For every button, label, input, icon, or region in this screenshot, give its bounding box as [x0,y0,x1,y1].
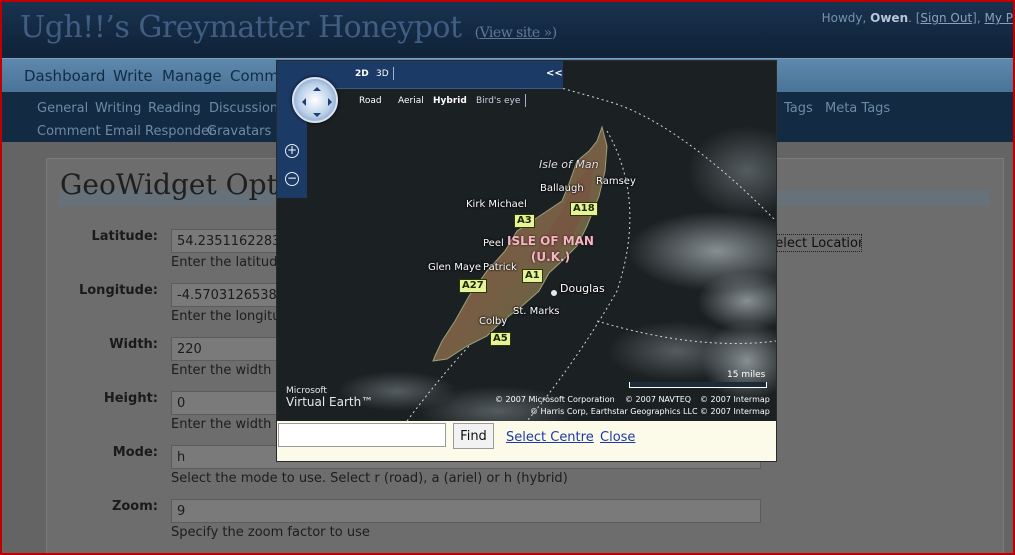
map-popup: Isle of Man Ramsey Ballaugh Kirk Michael… [276,60,777,462]
menu-dashboard[interactable]: Dashboard [24,67,105,85]
admin-header: Ugh!!’s Greymatter Honeypot (View site »… [0,0,1015,56]
site-title: Ugh!!’s Greymatter Honeypot (View site »… [20,10,557,45]
latitude-help: Enter the latitude [171,255,286,270]
menu-comments[interactable]: Comm [230,67,279,85]
map-view[interactable]: Isle of Man Ramsey Ballaugh Kirk Michael… [277,61,776,421]
zoom-input[interactable]: 9 [171,499,761,523]
dim-3d-tab[interactable]: 3D [376,69,389,79]
width-label: Width: [109,337,158,352]
submenu-discussion[interactable]: Discussion [209,101,278,116]
isle-of-man-label: Isle of Man [539,158,599,171]
select-centre-link[interactable]: Select Centre [506,430,594,445]
zoom-in-icon[interactable]: + [285,144,299,158]
peel-label: Peel [483,238,504,249]
copyright-intermap: © 2007 Intermap [700,395,770,404]
divider [393,67,394,80]
pan-right-icon[interactable] [328,98,336,106]
submenu-comment-email-responder[interactable]: Comment Email Responder [37,124,214,139]
select-location-button[interactable]: Select Location [768,234,862,252]
copyright-harris: © Harris Corp, Earthstar Geographics LLC [530,407,698,416]
iom-line-2: (U.K.) [530,250,571,264]
user-name: Owen [870,11,909,25]
longitude-label: Longitude: [78,283,158,298]
close-link[interactable]: Close [600,430,635,445]
pan-left-icon[interactable] [298,98,306,106]
view-site-link[interactable]: (View site ») [475,25,558,41]
howdy-text: Howdy, [821,11,867,25]
copyright-intermap-2: © 2007 Intermap [700,407,770,416]
douglas-town [551,290,557,296]
road-a18: A18 [570,202,598,216]
select-location-label[interactable]: Select Location [769,236,861,251]
collapse-toolbar-button[interactable]: << [546,68,563,79]
virtual-earth-logo: Microsoft Virtual Earth™ [286,386,373,408]
ramsey-label: Ramsey [596,176,636,187]
glen-maye-label: Glen Maye [428,262,482,273]
find-button[interactable]: Find [453,423,494,449]
mode-aerial[interactable]: Aerial [398,96,424,106]
view-site-label[interactable]: View site » [480,25,553,41]
submenu-general[interactable]: General [37,101,88,116]
copyright-microsoft: © 2007 Microsoft Corporation [495,395,615,404]
height-help: Enter the width t [171,417,281,432]
divider [525,94,526,107]
ballaugh-label: Ballaugh [540,183,584,194]
site-title-text: Ugh!!’s Greymatter Honeypot [20,10,462,45]
mode-help: Select the mode to use. Select r (road),… [171,471,568,486]
douglas-label: Douglas [560,282,605,295]
submenu-meta-tags[interactable]: Meta Tags [825,101,890,116]
sign-out-link[interactable]: Sign Out [920,11,972,25]
logo-virtual-earth: Virtual Earth™ [286,395,374,409]
isle-of-man-uk-label: ISLE OF MAN (U.K.) [507,233,594,265]
submenu-reading[interactable]: Reading [148,101,201,116]
find-input[interactable] [278,423,446,447]
submenu-tags[interactable]: Tags [784,101,813,116]
iom-line-1: ISLE OF MAN [507,234,594,248]
user-bar: Howdy, Owen. [Sign Out], My P [821,11,1013,25]
width-help: Enter the width t [171,363,281,378]
mode-label: Mode: [112,445,158,460]
road-a3: A3 [514,214,535,228]
menu-write[interactable]: Write [113,67,153,85]
scale-bar [629,382,767,388]
dim-2d-tab[interactable]: 2D [355,69,369,79]
submenu-gravatars[interactable]: Gravatars [207,124,271,139]
zoom-out-icon[interactable]: − [285,172,299,186]
kirk-michael-label: Kirk Michael [466,199,527,210]
st-marks-label: St. Marks [513,306,560,317]
mode-road[interactable]: Road [359,96,382,106]
road-a27: A27 [459,279,487,293]
page-title: GeoWidget Optic [60,168,303,201]
submenu-writing[interactable]: Writing [95,101,141,116]
colby-label: Colby [479,316,508,327]
my-profile-link[interactable]: My P [984,11,1013,25]
longitude-help: Enter the longitu [171,309,281,324]
pan-down-icon[interactable] [313,113,321,121]
copyright-navteq: © 2007 NAVTEQ [625,395,692,404]
pan-up-icon[interactable] [313,83,321,91]
zoom-help: Specify the zoom factor to use [171,525,370,540]
latitude-label: Latitude: [91,229,158,244]
zoom-label: Zoom: [111,499,158,514]
road-a5: A5 [490,332,511,346]
pan-compass-icon[interactable] [292,77,338,123]
road-a1: A1 [522,269,543,283]
menu-manage[interactable]: Manage [162,67,222,85]
mode-hybrid[interactable]: Hybrid [433,96,467,106]
height-label: Height: [103,391,158,406]
scale-label: 15 miles [727,370,766,380]
mode-birds-eye[interactable]: Bird's eye [476,96,520,106]
